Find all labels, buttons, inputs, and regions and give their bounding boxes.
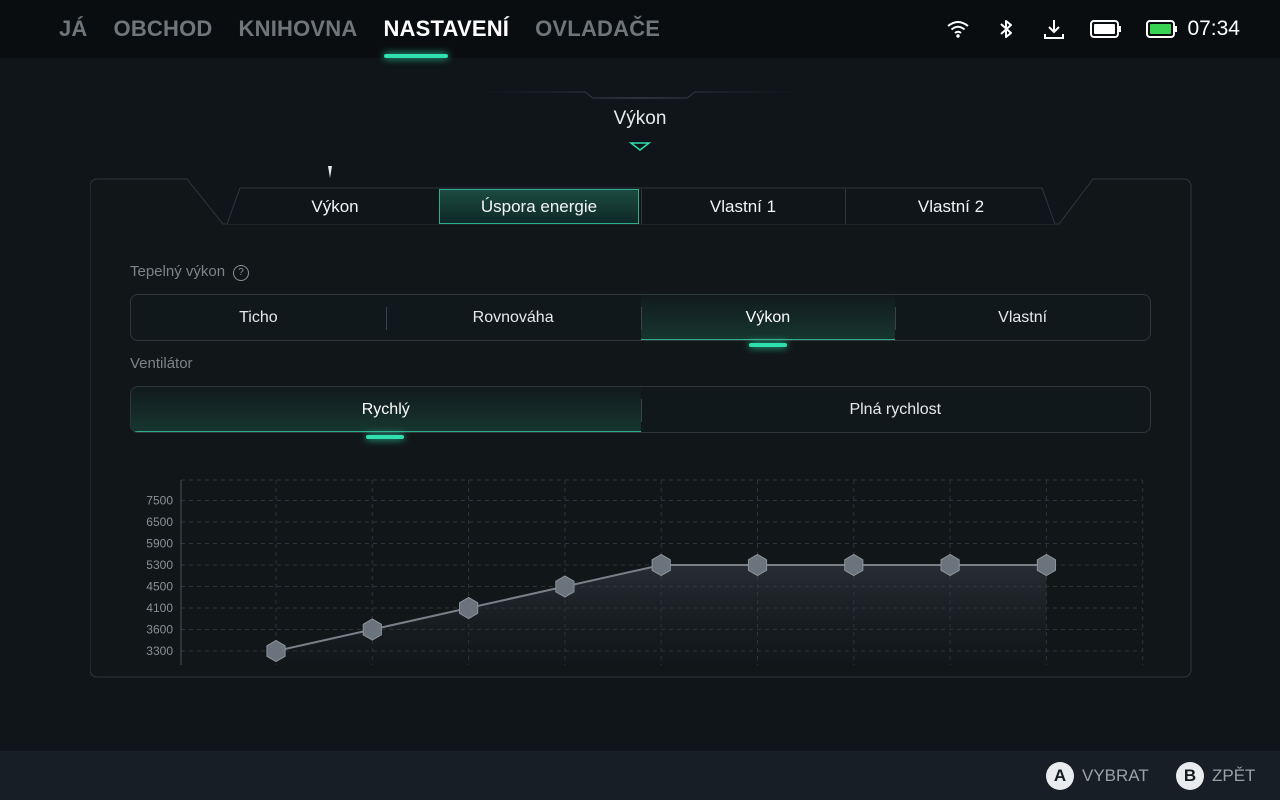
- fan-option-fast[interactable]: Rychlý: [131, 387, 641, 432]
- y-tick-label: 5300: [146, 558, 173, 572]
- y-tick-label: 3600: [146, 623, 173, 637]
- wifi-icon: [945, 16, 971, 42]
- fan-option-full-speed[interactable]: Plná rychlost: [640, 387, 1151, 432]
- main-nav: JÁ OBCHOD KNIHOVNA NASTAVENÍ OVLADAČE: [59, 14, 660, 44]
- nav-tab-me[interactable]: JÁ: [59, 14, 88, 44]
- download-icon: [1041, 16, 1067, 42]
- fan-selection-indicator: [366, 435, 404, 439]
- nav-tab-settings[interactable]: NASTAVENÍ: [383, 14, 509, 44]
- y-tick-label: 6500: [146, 515, 173, 529]
- fan-mode-selector: Rychlý Plná rychlost: [130, 386, 1151, 433]
- y-tick-label: 4100: [146, 601, 173, 615]
- hint-back-label: ZPĚT: [1212, 766, 1256, 785]
- profile-tab-performance[interactable]: Výkon: [233, 189, 437, 224]
- hint-select[interactable]: A VYBRAT: [1046, 762, 1149, 790]
- help-icon[interactable]: ?: [233, 264, 250, 281]
- profile-tab-custom-1[interactable]: Vlastní 1: [641, 189, 844, 224]
- a-button-icon: A: [1046, 762, 1074, 790]
- clock: 07:34: [1187, 17, 1240, 40]
- y-tick-label: 4500: [146, 580, 173, 594]
- curve-point-marker: [459, 596, 479, 620]
- y-tick-label: 3300: [146, 644, 173, 658]
- curve-point-marker: [940, 553, 960, 577]
- curve-point-marker: [747, 553, 768, 577]
- thermal-mode-selector: Ticho Rovnováha Výkon Vlastní: [130, 294, 1151, 341]
- hint-back[interactable]: B ZPĚT: [1176, 762, 1255, 790]
- profile-tab-custom-2[interactable]: Vlastní 2: [845, 189, 1056, 224]
- thermal-option-performance[interactable]: Výkon: [640, 295, 896, 340]
- bluetooth-icon: [993, 16, 1019, 42]
- active-tab-indicator: [384, 54, 448, 58]
- curve-point-marker: [844, 553, 864, 577]
- curve-point-marker: [555, 575, 575, 598]
- thermal-label-row: Tepelný výkon?: [130, 263, 250, 281]
- section-title: Výkon: [613, 108, 667, 129]
- thermal-option-balanced[interactable]: Rovnováha: [385, 295, 641, 340]
- status-bar: 07:34: [945, 14, 1240, 44]
- curve-point-marker: [651, 553, 671, 577]
- nav-tab-library[interactable]: KNIHOVNA: [239, 14, 358, 44]
- thermal-option-custom[interactable]: Vlastní: [895, 295, 1150, 340]
- fan-curve-chart: 3300 3600 4100 4500 5300 5900 6500 7500: [146, 479, 1144, 665]
- thermal-option-quiet[interactable]: Ticho: [131, 295, 386, 340]
- battery-icon: [1145, 16, 1179, 42]
- curve-point-marker: [362, 618, 382, 641]
- controller-battery-icon: [1089, 16, 1123, 42]
- nav-tab-controllers[interactable]: OVLADAČE: [535, 14, 660, 44]
- thermal-label: Tepelný výkon: [130, 263, 226, 280]
- nav-tab-store[interactable]: OBCHOD: [114, 14, 213, 44]
- curve-point-marker: [266, 639, 286, 663]
- y-tick-label: 7500: [146, 494, 173, 508]
- thermal-selection-indicator: [749, 343, 787, 347]
- curve-area: [276, 565, 1047, 663]
- b-button-icon: B: [1176, 762, 1204, 790]
- cursor-marker: [328, 166, 332, 178]
- hint-select-label: VYBRAT: [1082, 766, 1149, 785]
- curve-point-marker: [1036, 553, 1056, 577]
- y-tick-label: 5900: [146, 537, 173, 551]
- profile-tab-power-saving[interactable]: Úspora energie: [439, 189, 639, 224]
- fan-label: Ventilátor: [130, 355, 193, 372]
